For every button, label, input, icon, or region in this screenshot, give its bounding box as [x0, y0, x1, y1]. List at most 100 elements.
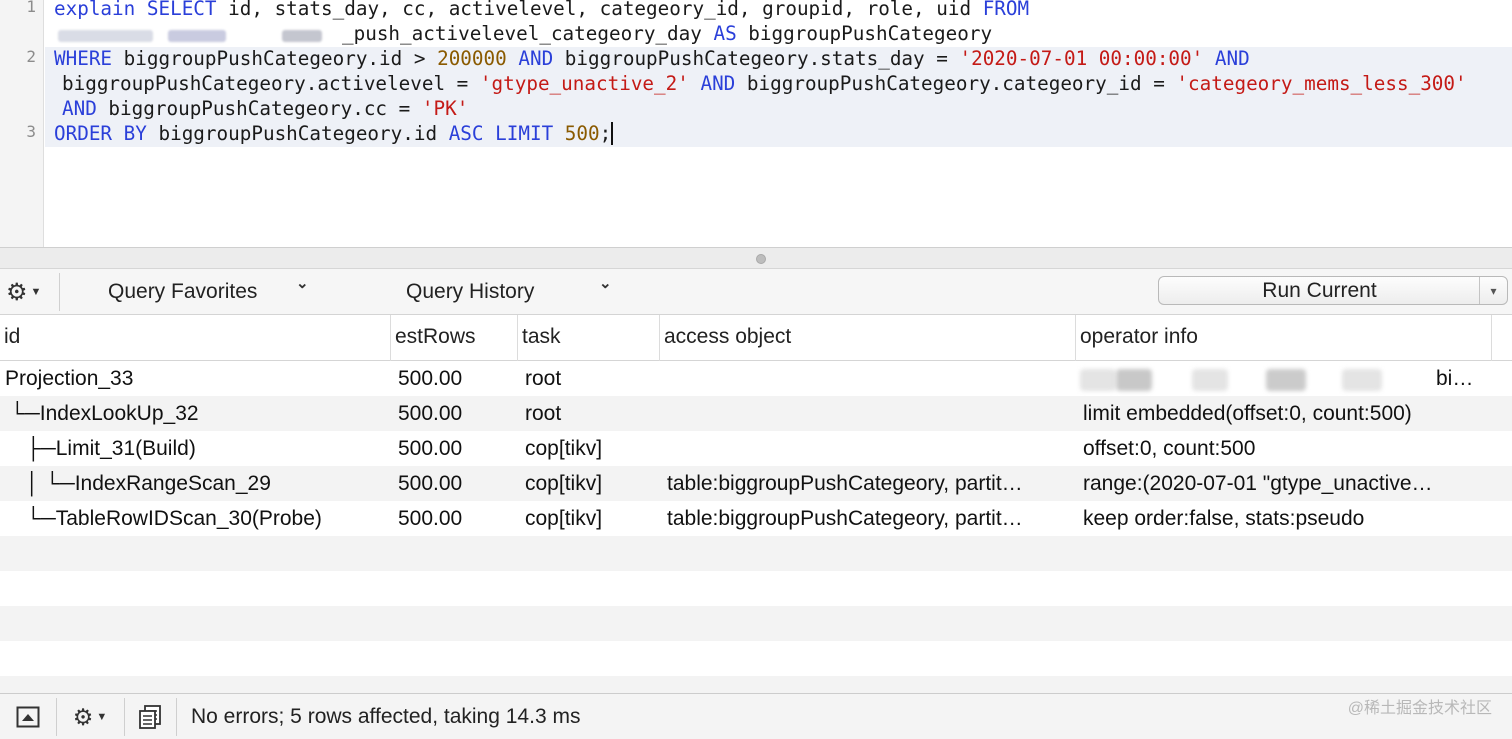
code-line-2-cont: biggroupPushCategeory.activelevel = 'gty… [62, 71, 1467, 96]
table-row[interactable]: Projection_33 500.00 root bi… [0, 361, 1512, 396]
code-token: SELECT [146, 0, 217, 20]
redacted-table-name [282, 30, 322, 42]
cell-access-object [667, 431, 1072, 466]
redacted-info [1116, 369, 1152, 391]
cell-estrows: 500.00 [398, 402, 463, 425]
cell-access-object: table:biggroupPushCategeory, partit… [667, 472, 1023, 495]
chevron-down-icon: ⌄ [599, 275, 612, 292]
cell-task: cop[tikv] [525, 472, 603, 495]
line-number: 1 [26, 0, 36, 16]
redacted-info [1192, 369, 1228, 391]
cell-operator-info: range:(2020-07-01 "gtype_unactive… [1083, 472, 1433, 495]
cell-id: │ └─IndexRangeScan_29 [26, 472, 271, 495]
cell-id: Projection_33 [5, 367, 134, 390]
table-row[interactable]: └─IndexLookUp_32 500.00 root limit embed… [0, 396, 1512, 431]
code-token: biggroupPushCategeory.cc = [96, 97, 422, 120]
code-token: ORDER BY [54, 122, 147, 145]
table-row[interactable]: │ └─IndexRangeScan_29 500.00 cop[tikv] t… [0, 466, 1512, 501]
code-line-1: explain SELECT id, stats_day, cc, active… [54, 0, 1029, 21]
copy-results-button[interactable] [130, 694, 170, 739]
cell-access-object: table:biggroupPushCategeory, partit… [667, 507, 1023, 530]
splitter-handle[interactable] [756, 254, 766, 264]
code-token: biggroupPushCategeory.categeory_id = [735, 72, 1177, 95]
code-token: 'gtype_unactive_2' [479, 72, 689, 95]
status-divider [56, 698, 57, 736]
run-current-label: Run Current [1262, 278, 1377, 302]
query-favorites-label: Query Favorites [108, 280, 258, 303]
redacted-info [1266, 369, 1306, 391]
line-number-gutter: 1 2 3 [0, 0, 44, 247]
code-token: '2020-07-01 00:00:00' [959, 47, 1204, 70]
pane-splitter[interactable] [0, 247, 1512, 269]
cell-estrows: 500.00 [398, 472, 463, 495]
query-history-label: Query History [406, 280, 535, 303]
chevron-down-icon: ▾ [1490, 283, 1497, 298]
cell-estrows: 500.00 [398, 367, 463, 390]
table-row[interactable]: └─TableRowIDScan_30(Probe) 500.00 cop[ti… [0, 501, 1512, 536]
chevron-down-icon: ▼ [96, 711, 108, 723]
code-token: AND [1214, 47, 1250, 70]
code-token: 'PK' [421, 97, 469, 120]
query-history-menu[interactable]: Query History ⌄ [406, 275, 621, 306]
code-token: LIMIT [495, 122, 554, 145]
cell-id: ├─Limit_31(Build) [26, 437, 196, 460]
cell-operator-info: limit embedded(offset:0, count:500) [1083, 402, 1412, 425]
code-token: biggroupPushCategeory.id [146, 122, 449, 145]
settings-menu-button[interactable]: ⚙ ▼ [6, 277, 58, 307]
code-line-3: ORDER BY biggroupPushCategeory.id ASC LI… [54, 121, 614, 146]
cell-operator-info: bi… [1436, 367, 1474, 390]
status-settings-button[interactable]: ⚙ ▼ [62, 694, 118, 739]
code-token: id, stats_day, cc, activelevel, categeor… [216, 0, 983, 20]
code-token: biggroupPushCategeory [736, 22, 993, 45]
grid-header: id estRows task access object operator i… [0, 315, 1512, 361]
column-header-id[interactable]: id [0, 315, 391, 361]
status-message: No errors; 5 rows affected, taking 14.3 … [191, 705, 581, 728]
query-favorites-menu[interactable]: Query Favorites ⌄ [108, 275, 318, 306]
code-token: WHERE [54, 47, 113, 70]
cell-estrows: 500.00 [398, 437, 463, 460]
code-line-2: WHERE biggroupPushCategeory.id > 200000 … [54, 46, 1250, 71]
cell-operator-info: offset:0, count:500 [1083, 437, 1256, 460]
code-token: biggroupPushCategeory.activelevel = [62, 72, 480, 95]
column-header-access-object[interactable]: access object [660, 315, 1076, 361]
cell-task: cop[tikv] [525, 507, 603, 530]
empty-row [0, 641, 1512, 676]
sql-editor[interactable]: 1 2 3 explain SELECT id, stats_day, cc, … [0, 0, 1512, 247]
redacted-table-name [168, 30, 226, 42]
column-header-operator-info[interactable]: operator info [1076, 315, 1492, 361]
code-token: 500 [564, 122, 600, 145]
code-token: explain [54, 0, 147, 20]
toggle-panel-button[interactable] [6, 694, 50, 739]
code-token: ASC [448, 122, 484, 145]
code-line-2-cont: AND biggroupPushCategeory.cc = 'PK' [62, 96, 468, 121]
column-header-task[interactable]: task [518, 315, 660, 361]
code-token: biggroupPushCategeory.id > [112, 47, 438, 70]
code-token: _push_activelevel_categeory_day [342, 22, 714, 45]
copy-icon [139, 705, 161, 729]
cell-estrows: 500.00 [398, 507, 463, 530]
status-divider [124, 698, 125, 736]
cell-operator-info: keep order:false, stats:pseudo [1083, 507, 1365, 530]
cell-id: └─TableRowIDScan_30(Probe) [26, 507, 322, 530]
cell-access-object [667, 361, 1072, 396]
cell-id: └─IndexLookUp_32 [10, 402, 199, 425]
line-number: 2 [26, 47, 36, 66]
code-token: AND [518, 47, 554, 70]
run-options-dropdown[interactable]: ▾ [1479, 277, 1507, 304]
cell-task: cop[tikv] [525, 437, 603, 460]
results-grid[interactable]: id estRows task access object operator i… [0, 315, 1512, 693]
table-row[interactable]: ├─Limit_31(Build) 500.00 cop[tikv] offse… [0, 431, 1512, 466]
query-toolbar: ⚙ ▼ Query Favorites ⌄ Query History ⌄ Ru… [0, 269, 1512, 315]
empty-row [0, 571, 1512, 606]
gear-icon: ⚙ [6, 278, 28, 306]
column-header-estrows[interactable]: estRows [391, 315, 518, 361]
chevron-down-icon: ▼ [30, 286, 42, 298]
empty-row [0, 536, 1512, 571]
run-current-button[interactable]: Run Current ▾ [1158, 276, 1508, 305]
gear-icon: ⚙ [72, 703, 94, 730]
